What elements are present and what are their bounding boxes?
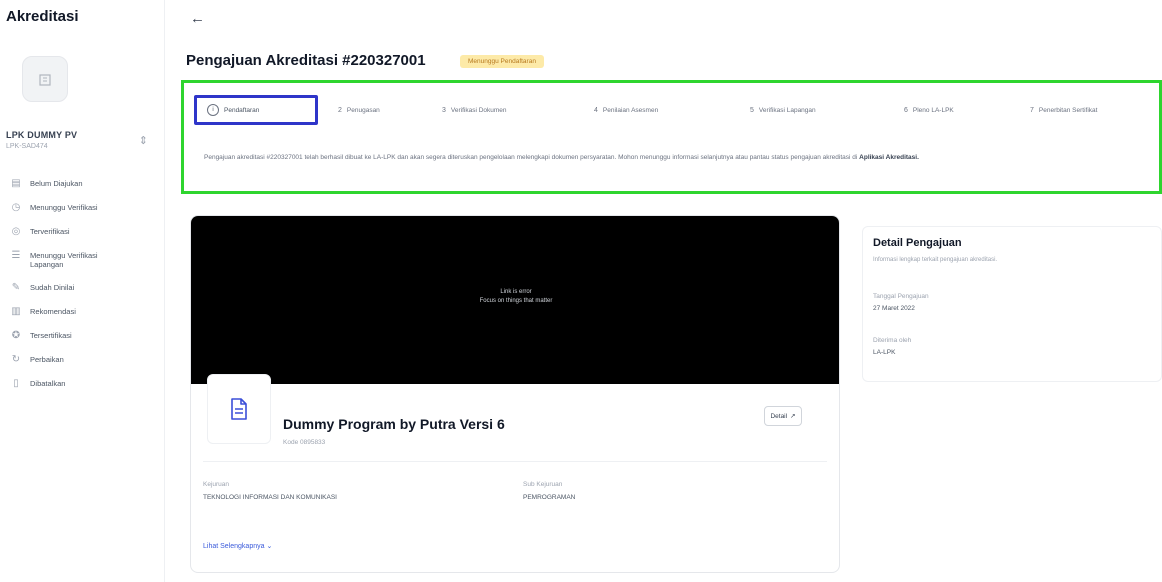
step-penugasan[interactable]: 2 Penugasan <box>338 95 380 125</box>
see-more-link[interactable]: Lihat Selengkapnya ⌄ <box>203 542 272 550</box>
list-icon: ☰ <box>11 250 21 261</box>
field-label: Tanggal Pengajuan <box>873 293 929 300</box>
field-label: Kejuruan <box>203 481 230 488</box>
step-label: Verifikasi Dokumen <box>450 106 507 114</box>
sidebar-item-terverifikasi[interactable]: ◎ Terverifikasi <box>10 220 160 244</box>
detail-button[interactable]: Detail ↗ <box>764 406 802 426</box>
divider <box>203 461 827 462</box>
refresh-icon: ↻ <box>11 354 21 365</box>
field-value: LA-LPK <box>873 349 896 356</box>
chevron-updown-icon[interactable]: ⇕ <box>139 134 148 147</box>
video-player[interactable]: Link is error Focus on things that matte… <box>191 216 839 384</box>
video-message-line2: Focus on things that matter <box>479 298 553 304</box>
chart-icon: ▥ <box>11 306 21 317</box>
back-arrow-icon[interactable]: ← <box>190 10 205 27</box>
org-name: LPK DUMMY PV <box>6 130 78 140</box>
field-value: TEKNOLOGI INFORMASI DAN KOMUNIKASI <box>203 494 337 501</box>
step-label: Pleno LA-LPK <box>912 106 954 114</box>
sidebar: Akreditasi LPK DUMMY PV LPK-SAD474 ⇕ ▤ B… <box>0 0 165 582</box>
sidebar-item-label: Belum Diajukan <box>30 179 83 188</box>
step-number: 5 <box>750 106 754 114</box>
external-link-icon: ↗ <box>790 413 796 420</box>
step-label: Verifikasi Lapangan <box>758 106 816 114</box>
step-number: 3 <box>442 106 446 114</box>
sidebar-item-dibatalkan[interactable]: ▯ Dibatalkan <box>10 372 160 396</box>
sidebar-item-label: Dibatalkan <box>30 379 66 388</box>
edit-icon: ✎ <box>11 282 21 293</box>
sidebar-item-menunggu-verifikasi-lapangan[interactable]: ☰ Menunggu Verifikasi Lapangan <box>10 244 160 276</box>
status-badge: Menunggu Pendaftaran <box>460 55 544 68</box>
step-verifikasi-dokumen[interactable]: 3 Verifikasi Dokumen <box>442 95 507 125</box>
step-number: 7 <box>1030 106 1034 114</box>
sidebar-item-menunggu-verifikasi[interactable]: ◷ Menunggu Verifikasi <box>10 196 160 220</box>
kejuruan-field: Kejuruan TEKNOLOGI INFORMASI DAN KOMUNIK… <box>203 481 337 501</box>
org-code: LPK-SAD474 <box>6 143 48 150</box>
stepper: i Pendaftaran 2 Penugasan 3 Verifikasi D… <box>194 95 1159 125</box>
step-pleno-la-lpk[interactable]: 6 Pleno LA-LPK <box>904 95 954 125</box>
video-message-line1: Link is error <box>500 289 532 295</box>
field-value: PEMROGRAMAN <box>523 494 576 501</box>
building-icon <box>39 74 51 86</box>
step-pendaftaran[interactable]: i Pendaftaran <box>194 95 318 125</box>
sidebar-item-perbaikan[interactable]: ↻ Perbaikan <box>10 348 160 372</box>
steps-panel: i Pendaftaran 2 Penugasan 3 Verifikasi D… <box>181 80 1162 194</box>
sidebar-item-label: Rekomendasi <box>30 307 76 316</box>
step-penerbitan-sertifikat[interactable]: 7 Penerbitan Sertifikat <box>1030 95 1097 125</box>
step-label: Penerbitan Sertifikat <box>1038 106 1098 114</box>
step-label: Pendaftaran <box>224 106 260 114</box>
award-icon: ✪ <box>11 330 21 341</box>
document-icon: ▤ <box>11 178 21 189</box>
received-by-field: Diterima oleh LA-LPK <box>873 337 911 356</box>
step-description: Pengajuan akreditasi #220327001 telah be… <box>204 153 1144 163</box>
trash-icon: ▯ <box>13 378 19 389</box>
field-value: 27 Maret 2022 <box>873 305 915 312</box>
step-number: 6 <box>904 106 908 114</box>
org-switcher[interactable]: LPK DUMMY PV LPK-SAD474 ⇕ <box>6 130 156 150</box>
step-indicator-icon: i <box>207 104 219 116</box>
field-label: Diterima oleh <box>873 337 912 344</box>
aplikasi-akreditasi-link[interactable]: Aplikasi Akreditasi. <box>859 154 919 161</box>
step-number: 2 <box>338 106 342 114</box>
sidebar-nav: ▤ Belum Diajukan ◷ Menunggu Verifikasi ◎… <box>10 172 160 396</box>
step-verifikasi-lapangan[interactable]: 5 Verifikasi Lapangan <box>750 95 816 125</box>
document-icon <box>231 398 247 420</box>
sidebar-item-label: Sudah Dinilai <box>30 283 75 292</box>
org-logo <box>22 56 68 102</box>
sidebar-item-label: Terverifikasi <box>30 227 70 236</box>
step-description-text: Pengajuan akreditasi #220327001 telah be… <box>204 154 858 161</box>
page-title: Pengajuan Akreditasi #220327001 <box>186 52 426 69</box>
step-label: Penugasan <box>346 106 380 114</box>
sidebar-item-sudah-dinilai[interactable]: ✎ Sudah Dinilai <box>10 276 160 300</box>
sidebar-item-label: Tersertifikasi <box>30 331 72 340</box>
detail-panel: Detail Pengajuan Informasi lengkap terka… <box>862 226 1162 382</box>
step-penilaian-asesmen[interactable]: 4 Penilaian Asesmen <box>594 95 658 125</box>
program-card: Link is error Focus on things that matte… <box>190 215 840 573</box>
video-message: Link is error Focus on things that matte… <box>191 288 839 306</box>
clock-icon: ◷ <box>11 202 21 213</box>
step-label: Penilaian Asesmen <box>602 106 659 114</box>
app-title: Akreditasi <box>6 8 79 25</box>
detail-button-label: Detail <box>770 412 788 420</box>
sidebar-item-label: Menunggu Verifikasi Lapangan <box>30 251 98 269</box>
sidebar-item-label: Menunggu Verifikasi <box>30 203 98 212</box>
sidebar-item-tersertifikasi[interactable]: ✪ Tersertifikasi <box>10 324 160 348</box>
program-icon-box <box>207 374 271 444</box>
detail-subtitle: Informasi lengkap terkait pengajuan akre… <box>873 257 998 263</box>
step-number: 4 <box>594 106 598 114</box>
submission-date-field: Tanggal Pengajuan 27 Maret 2022 <box>873 293 929 312</box>
detail-title: Detail Pengajuan <box>873 237 962 249</box>
sidebar-item-label: Perbaikan <box>30 355 64 364</box>
program-code: Kode 0895833 <box>283 439 326 446</box>
field-label: Sub Kejuruan <box>523 481 563 488</box>
sidebar-item-rekomendasi[interactable]: ▥ Rekomendasi <box>10 300 160 324</box>
check-circle-icon: ◎ <box>11 226 21 237</box>
sub-kejuruan-field: Sub Kejuruan PEMROGRAMAN <box>523 481 575 501</box>
sidebar-item-belum-diajukan[interactable]: ▤ Belum Diajukan <box>10 172 160 196</box>
program-title: Dummy Program by Putra Versi 6 <box>283 416 505 432</box>
